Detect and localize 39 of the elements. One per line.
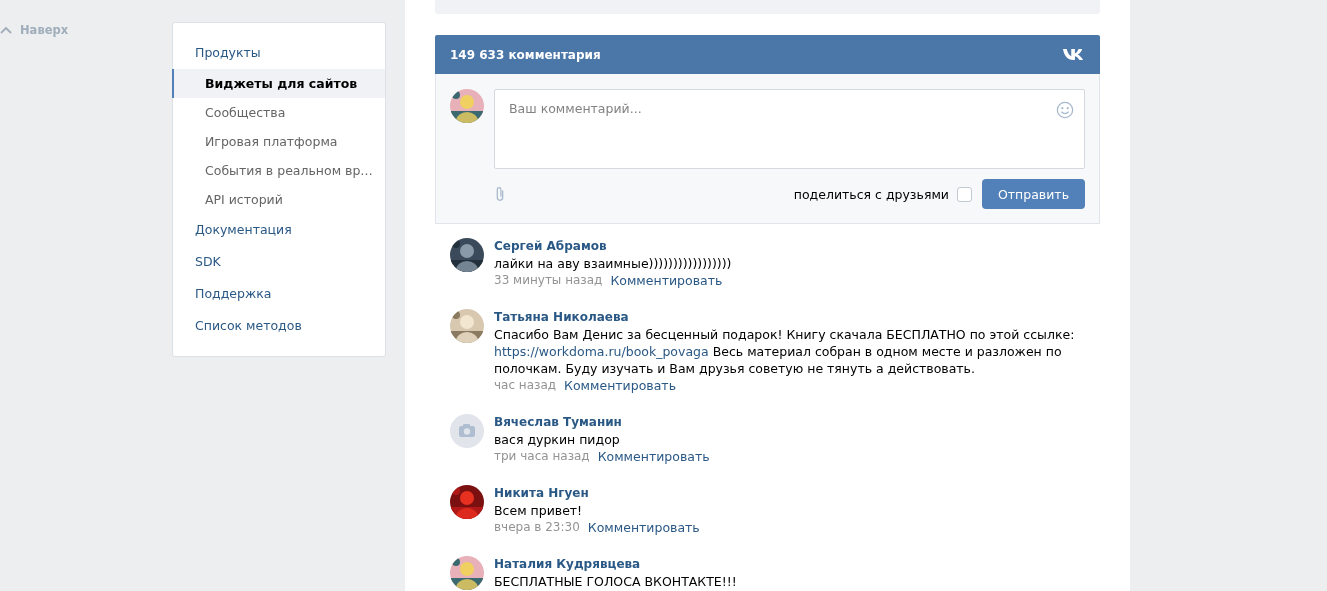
comment-link[interactable]: https://workdoma.ru/book_povaga [494,344,709,359]
comment-text: Спасибо Вам Денис за бесценный подарок! Книгу скачала БЕСПЛАТНО по этой ссылке: https://workdoma.ru/book_povaga Весь материал собран в одном месте и разложен по полочкам. Буду изучать и Вам друзья советую не тянуть а действовать. [494,326,1076,377]
share-checkbox[interactable] [956,186,972,202]
paperclip-icon[interactable] [494,185,506,203]
share-label: поделиться с друзьями [793,186,949,202]
reply-link[interactable]: Комментировать [597,448,710,465]
author-link[interactable]: Сергей Абрамов [494,238,1085,255]
comment-text: вася дуркин пидор [494,431,621,448]
camera-icon [450,414,484,448]
menu-item[interactable]: Продукты [173,37,385,69]
submenu-item[interactable]: Игровая платформа [172,127,385,156]
menu-item[interactable]: Документация [173,214,385,246]
submenu-item[interactable]: Виджеты для сайтов [172,69,385,98]
reply-link[interactable]: Комментировать [587,519,700,536]
smiley-icon[interactable] [1056,101,1074,119]
comment-input[interactable]: Ваш комментарий... [494,89,1085,169]
comment-time: час назад [494,377,557,394]
menu-item[interactable]: Список методов [173,310,385,342]
comment-time: три часа назад [494,448,590,465]
chevron-up-icon [0,26,12,34]
menu-item[interactable]: Поддержка [173,278,385,310]
submenu-item[interactable]: События в реальном вр… [172,156,385,185]
logo-icon [1063,48,1085,61]
author-link[interactable]: Вячеслав Туманин [494,414,1085,431]
author-link[interactable]: Татьяна Николаева [494,309,1085,326]
comments-count: 149 633 комментария [450,47,601,62]
author-link[interactable]: Никита Нгуен [494,485,1085,502]
submenu-item[interactable]: API историй [172,185,385,214]
menu-item[interactable]: SDK [173,246,385,278]
reply-link[interactable]: Комментировать [564,377,676,394]
send-button[interactable]: Отправить [981,179,1085,209]
comment-time: 33 минуты назад [494,272,603,289]
reply-link[interactable]: Комментировать [610,272,723,289]
comment-text: лайки на аву взаимные))))))))))))))))) [494,255,733,272]
comment-time: вчера в 23:30 [494,519,580,536]
comment-text: БЕСПЛАТНЫЕ ГОЛОСА ВКОНТАКТЕ!!! [494,573,738,590]
comment-text: Всем привет! [494,502,584,519]
author-link[interactable]: Наталия Кудрявцева [494,556,1085,573]
submenu-item[interactable]: Сообщества [172,98,385,127]
